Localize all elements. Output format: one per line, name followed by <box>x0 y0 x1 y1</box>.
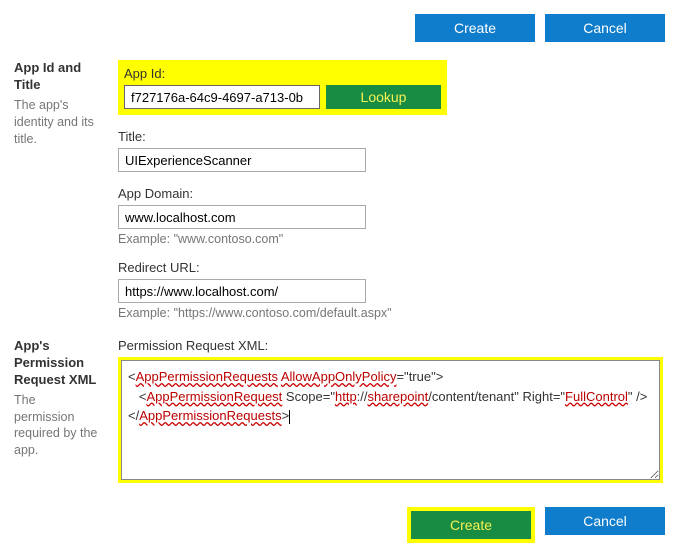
section-app-id-title: App Id and Title The app's identity and … <box>14 60 665 320</box>
domain-input[interactable] <box>118 205 366 229</box>
app-id-highlight: App Id: Lookup <box>118 60 447 115</box>
domain-label: App Domain: <box>118 186 665 201</box>
lookup-button[interactable]: Lookup <box>326 85 441 109</box>
title-label: Title: <box>118 129 665 144</box>
create-button-bottom[interactable]: Create <box>411 511 531 539</box>
xml-highlight: <AppPermissionRequests AllowAppOnlyPolic… <box>118 357 663 483</box>
domain-example: Example: "www.contoso.com" <box>118 232 665 246</box>
xml-label: Permission Request XML: <box>118 338 665 353</box>
app-id-label: App Id: <box>124 66 441 81</box>
section-permission-xml: App's Permission Request XML The permiss… <box>14 338 665 483</box>
redirect-example: Example: "https://www.contoso.com/defaul… <box>118 306 665 320</box>
create-button-top[interactable]: Create <box>415 14 535 42</box>
permission-xml-textarea[interactable]: <AppPermissionRequests AllowAppOnlyPolic… <box>121 360 660 480</box>
redirect-input[interactable] <box>118 279 366 303</box>
section-desc: The app's identity and its title. <box>14 97 98 148</box>
create-highlight: Create <box>407 507 535 543</box>
redirect-label: Redirect URL: <box>118 260 665 275</box>
cancel-button-bottom[interactable]: Cancel <box>545 507 665 535</box>
section-title: App's Permission Request XML <box>14 338 98 389</box>
section-title: App Id and Title <box>14 60 98 94</box>
cancel-button-top[interactable]: Cancel <box>545 14 665 42</box>
title-input[interactable] <box>118 148 366 172</box>
app-id-input[interactable] <box>124 85 320 109</box>
section-desc: The permission required by the app. <box>14 392 98 460</box>
